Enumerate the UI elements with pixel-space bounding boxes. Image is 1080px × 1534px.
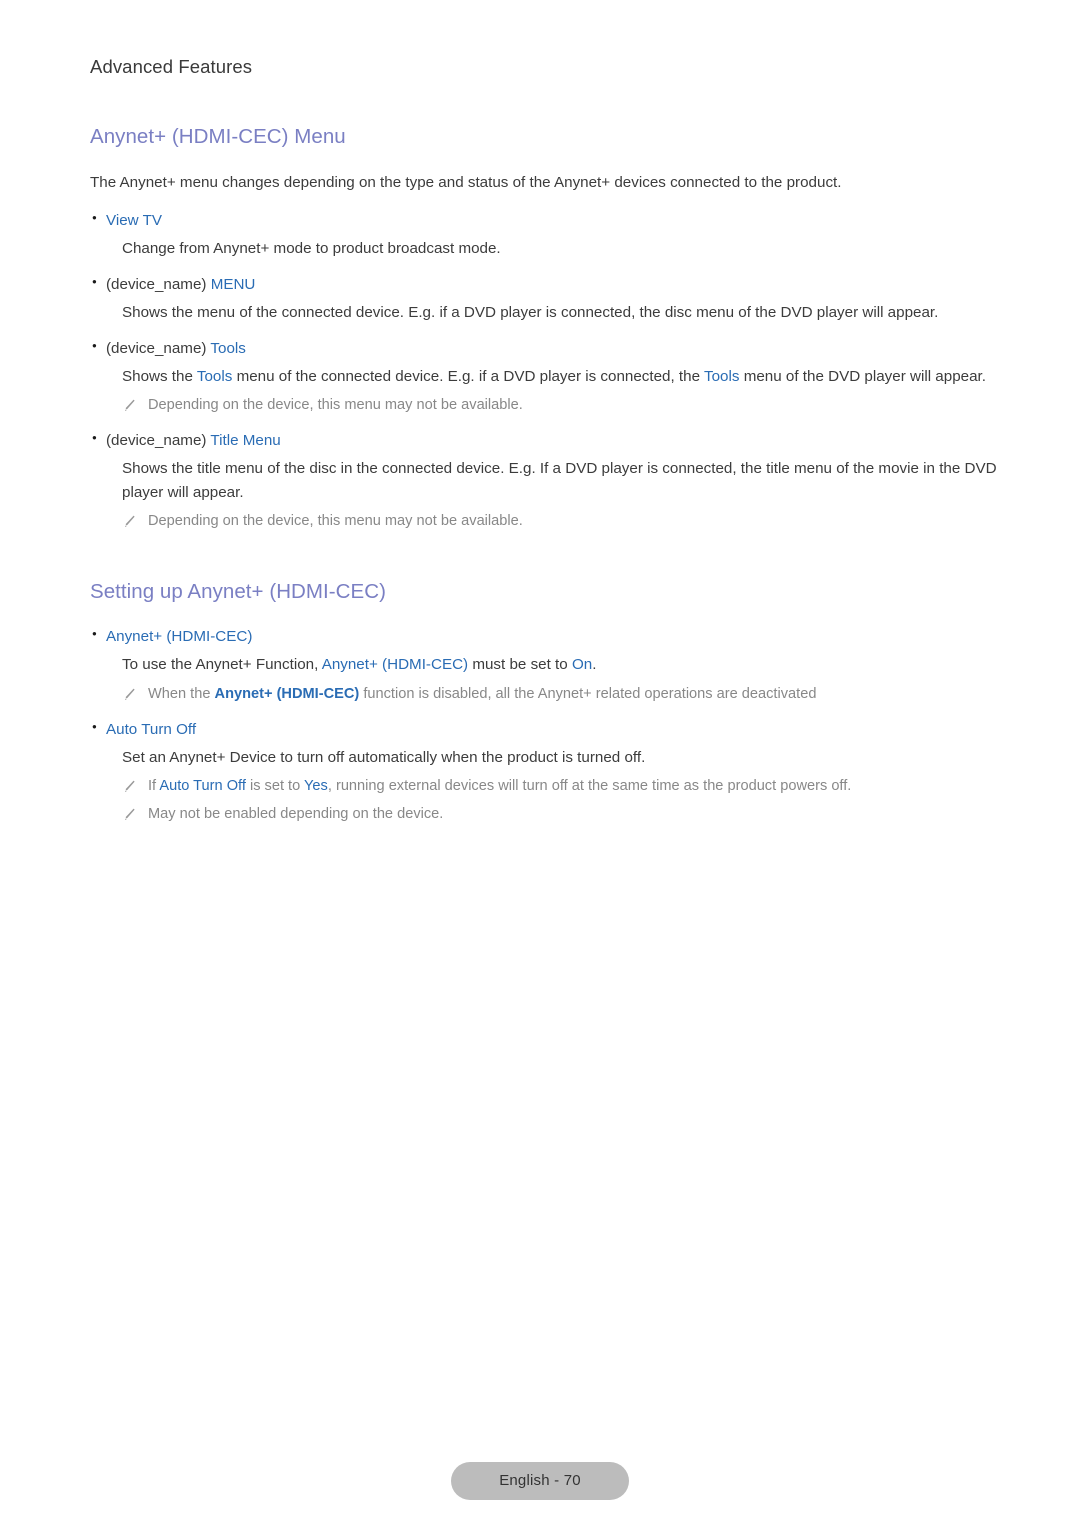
page-content: Advanced Features Anynet+ (HDMI-CEC) Men…: [90, 56, 1020, 839]
bullet-label-device-title-menu[interactable]: (device_name) Title Menu: [106, 430, 281, 452]
note-text: Depending on the device, this menu may n…: [148, 397, 523, 414]
note-row: When the Anynet+ (HDMI-CEC) function is …: [90, 684, 1020, 705]
note-row: May not be enabled depending on the devi…: [90, 804, 1020, 825]
tools-token: Tools: [210, 340, 246, 358]
device-name-token: (device_name): [106, 275, 211, 293]
pencil-icon: [122, 395, 148, 412]
anynet-link[interactable]: Anynet+ (HDMI-CEC): [322, 656, 468, 673]
desc-text-a: To use the Anynet+ Function,: [122, 656, 322, 674]
note-row: If Auto Turn Off is set to Yes, running …: [90, 776, 1020, 797]
desc-text-c: .: [592, 656, 597, 674]
note-text-b: function is disabled, all the Anynet+ re…: [359, 685, 817, 702]
desc-text-b: must be set to: [468, 656, 572, 674]
bullet-dot-icon: [90, 719, 106, 738]
bullet-dot-icon: [90, 274, 106, 293]
page-number-badge: English - 70: [451, 1462, 629, 1500]
note-text-a: When the: [148, 685, 215, 702]
page-footer: English - 70: [0, 1462, 1080, 1500]
section-heading-anynet-menu: Anynet+ (HDMI-CEC) Menu: [90, 125, 346, 149]
note-row: Depending on the device, this menu may n…: [90, 511, 1020, 532]
bullet-dot-icon: [90, 430, 106, 449]
desc-text-a: Shows the: [122, 368, 197, 386]
bullet-label-view-tv[interactable]: View TV: [106, 210, 162, 232]
bullet-heading-view-tv: View TV: [90, 210, 1020, 232]
tools-link-1[interactable]: Tools: [197, 368, 232, 385]
running-head: Advanced Features: [90, 56, 253, 77]
desc-text-b: menu of the connected device. E.g. if a …: [232, 368, 704, 386]
bullet-dot-icon: [90, 210, 106, 229]
bullet-description-anynet-hdmi-cec: To use the Anynet+ Function, Anynet+ (HD…: [90, 653, 1020, 676]
bullet-dot-icon: [90, 338, 106, 357]
bullet-dot-icon: [90, 626, 106, 645]
list-item: View TV Change from Anynet+ mode to prod…: [90, 210, 1020, 260]
pencil-icon: [122, 776, 148, 793]
bullet-label-anynet-hdmi-cec[interactable]: Anynet+ (HDMI-CEC): [106, 626, 252, 648]
list-item: (device_name) MENU Shows the menu of the…: [90, 274, 1020, 324]
bullet-heading-device-menu: (device_name) MENU: [90, 274, 1020, 296]
section-intro-paragraph: The Anynet+ menu changes depending on th…: [90, 173, 842, 191]
list-item: (device_name) Title Menu Shows the title…: [90, 430, 1020, 531]
on-value-link[interactable]: On: [572, 656, 592, 673]
device-name-token: (device_name): [106, 432, 211, 450]
yes-value-link[interactable]: Yes: [304, 778, 328, 794]
bullet-label-device-tools[interactable]: (device_name) Tools: [106, 338, 246, 360]
note-row: Depending on the device, this menu may n…: [90, 395, 1020, 416]
bullet-description-device-title-menu: Shows the title menu of the disc in the …: [122, 460, 997, 501]
device-name-token: (device_name): [106, 340, 211, 358]
pencil-icon: [122, 511, 148, 528]
auto-turn-off-link[interactable]: Auto Turn Off: [159, 778, 246, 794]
menu-token: MENU: [210, 275, 256, 293]
tools-link-2[interactable]: Tools: [704, 368, 739, 385]
bullet-heading-device-tools: (device_name) Tools: [90, 338, 1020, 360]
bullet-label-device-menu[interactable]: (device_name) MENU: [106, 274, 255, 296]
bullet-description-device-menu: Shows the menu of the connected device. …: [122, 304, 939, 321]
pencil-icon: [122, 804, 148, 821]
list-item: (device_name) Tools Shows the Tools menu…: [90, 338, 1020, 416]
list-item: Anynet+ (HDMI-CEC) To use the Anynet+ Fu…: [90, 626, 1020, 704]
bullet-description-auto-turn-off: Set an Anynet+ Device to turn off automa…: [122, 748, 646, 766]
list-item: Auto Turn Off Set an Anynet+ Device to t…: [90, 719, 1020, 825]
section-heading-setting-up-anynet: Setting up Anynet+ (HDMI-CEC): [90, 579, 386, 603]
note-text: May not be enabled depending on the devi…: [148, 805, 444, 822]
note-text-b: is set to: [245, 777, 305, 794]
pencil-icon: [122, 684, 148, 701]
title-menu-token: Title Menu: [210, 432, 281, 450]
note-text: If Auto Turn Off is set to Yes, running …: [148, 776, 851, 797]
anynet-link-bold[interactable]: Anynet+ (HDMI-CEC): [215, 686, 360, 702]
bullet-heading-anynet-hdmi-cec: Anynet+ (HDMI-CEC): [90, 626, 1020, 648]
bullet-heading-device-title-menu: (device_name) Title Menu: [90, 430, 1020, 452]
bullet-heading-auto-turn-off: Auto Turn Off: [90, 719, 1020, 741]
bullet-description-device-tools: Shows the Tools menu of the connected de…: [90, 365, 1020, 388]
note-text: When the Anynet+ (HDMI-CEC) function is …: [148, 684, 816, 705]
note-text-a: If: [148, 777, 160, 794]
bullet-description-view-tv: Change from Anynet+ mode to product broa…: [122, 239, 501, 257]
bullet-label-auto-turn-off[interactable]: Auto Turn Off: [106, 719, 196, 741]
manual-page: Advanced Features Anynet+ (HDMI-CEC) Men…: [0, 0, 1080, 1534]
note-text-c: , running external devices will turn off…: [327, 777, 852, 794]
note-text: Depending on the device, this menu may n…: [148, 512, 523, 529]
desc-text-c: menu of the DVD player will appear.: [739, 368, 986, 386]
